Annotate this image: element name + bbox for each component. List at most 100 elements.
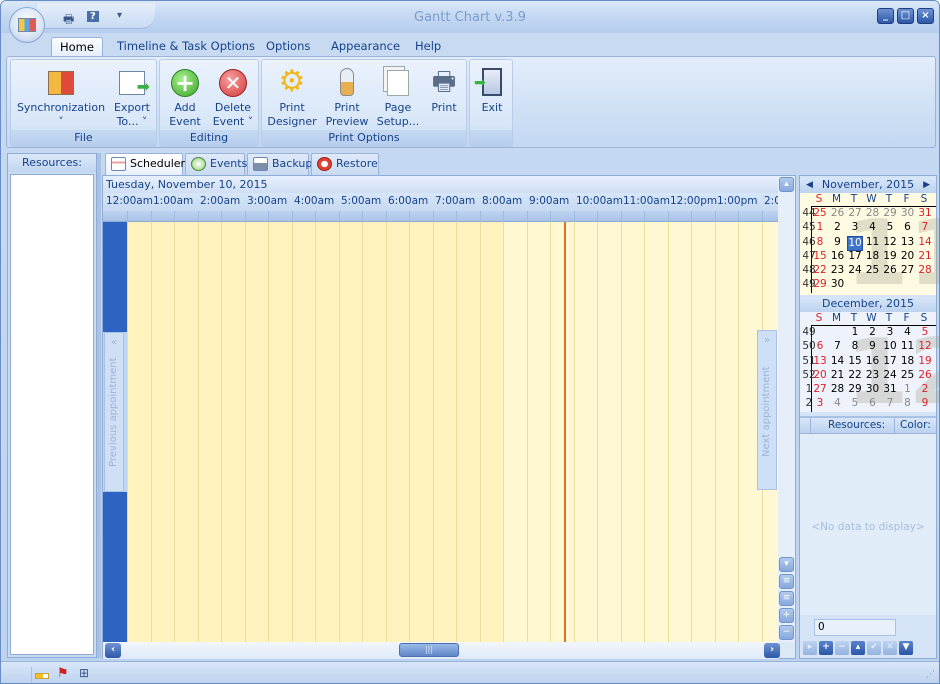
tab-scheduler[interactable]: Scheduler <box>105 153 185 175</box>
tab-options[interactable]: Options <box>258 37 318 57</box>
calendar-day[interactable]: 30 <box>900 207 916 220</box>
delete-record-button[interactable]: − <box>835 641 849 655</box>
calendar-day[interactable]: 13 <box>900 236 916 249</box>
vertical-scrollbar[interactable]: ▴ ▾ ≡ ≡ + − <box>778 176 795 642</box>
calendar-day[interactable]: 10 <box>847 235 863 251</box>
calendar-day[interactable]: 11 <box>900 340 916 353</box>
filter-button[interactable]: ▼ <box>899 641 913 655</box>
calendar-day[interactable]: 5 <box>882 221 898 234</box>
calendar-day[interactable]: 2 <box>917 383 933 396</box>
calendar-day[interactable]: 2 <box>830 221 846 234</box>
calendar-day[interactable]: 19 <box>917 355 933 368</box>
resize-grip-icon[interactable]: ⋰ <box>926 670 935 680</box>
calendar-day[interactable]: 23 <box>830 264 846 277</box>
calendar-day[interactable]: 11 <box>865 236 881 249</box>
calendar-day[interactable]: 3 <box>812 397 828 410</box>
calendar-day[interactable]: 4 <box>865 221 881 234</box>
calendar-day[interactable]: 18 <box>900 355 916 368</box>
calendar-day[interactable]: 27 <box>812 383 828 396</box>
calendar-day[interactable]: 26 <box>830 207 846 220</box>
calendar-day[interactable]: 28 <box>917 264 933 277</box>
calendar-day[interactable]: 26 <box>882 264 898 277</box>
scroll-down-button[interactable]: ▾ <box>779 557 794 572</box>
calendar-day[interactable]: 29 <box>882 207 898 220</box>
calendar-day[interactable]: 4 <box>830 397 846 410</box>
add-event-button[interactable]: + Add Event <box>164 63 206 129</box>
column-resources[interactable]: Resources: <box>828 418 885 433</box>
calendar-day[interactable]: 7 <box>830 340 846 353</box>
calendar-day[interactable]: 6 <box>812 340 828 353</box>
calendar-day[interactable]: 1 <box>847 326 863 339</box>
calendar-day[interactable]: 29 <box>812 278 828 291</box>
calendar-day[interactable]: 26 <box>917 369 933 382</box>
calendar-day[interactable]: 21 <box>917 250 933 263</box>
print-designer-button[interactable]: ⚙ Print Designer <box>266 63 318 129</box>
tab-timeline-task-options[interactable]: Timeline & Task Options <box>109 37 263 57</box>
previous-appointment-button[interactable]: « Previous appointment <box>104 332 124 492</box>
tab-restore[interactable]: Restore <box>311 153 379 175</box>
horizontal-scrollbar[interactable]: ‹ ||| › <box>103 642 780 659</box>
calendar-day[interactable]: 14 <box>830 355 846 368</box>
calendar-day[interactable]: 9 <box>917 397 933 410</box>
cancel-record-button[interactable]: ✕ <box>883 641 897 655</box>
calendar-day[interactable]: 3 <box>847 221 863 234</box>
collapse-rows-button[interactable]: ≡ <box>779 574 794 589</box>
calendar-day[interactable]: 16 <box>865 355 881 368</box>
calendar-day[interactable]: 16 <box>830 250 846 263</box>
calendar-day[interactable]: 14 <box>917 236 933 249</box>
calendar-day[interactable]: 12 <box>917 340 933 353</box>
calendar-day[interactable]: 1 <box>900 383 916 396</box>
dependency-link-icon[interactable]: ⊞ <box>79 666 89 680</box>
calendar-day[interactable]: 6 <box>900 221 916 234</box>
calendar-day[interactable]: 5 <box>847 397 863 410</box>
calendar-day[interactable]: 8 <box>847 340 863 353</box>
calendar-day[interactable]: 30 <box>865 383 881 396</box>
calendar-day[interactable]: 8 <box>900 397 916 410</box>
calendar-day[interactable]: 15 <box>812 250 828 263</box>
previous-month-button[interactable]: ◀ <box>806 178 813 192</box>
milestone-flag-icon[interactable]: ⚑ <box>57 666 69 681</box>
maximize-button[interactable]: □ <box>897 8 914 24</box>
delete-event-button[interactable]: ✕ Delete Event ˅ <box>210 63 256 129</box>
calendar-day[interactable]: 24 <box>847 264 863 277</box>
calendar-day[interactable]: 13 <box>812 355 828 368</box>
task-bar-icon[interactable] <box>35 673 49 679</box>
calendar-day[interactable]: 31 <box>882 383 898 396</box>
calendar-day[interactable]: 19 <box>882 250 898 263</box>
tab-help[interactable]: Help <box>407 37 449 57</box>
resources-list[interactable] <box>10 174 94 655</box>
calendar-day[interactable]: 7 <box>917 221 933 234</box>
calendar-day[interactable]: 12 <box>882 236 898 249</box>
minimize-button[interactable]: _ <box>877 8 894 24</box>
next-month-button[interactable]: ▶ <box>923 178 930 192</box>
calendar-day[interactable]: 20 <box>812 369 828 382</box>
horizontal-scroll-thumb[interactable]: ||| <box>399 643 459 657</box>
calendar-day[interactable]: 7 <box>882 397 898 410</box>
scroll-right-button[interactable]: › <box>764 643 780 658</box>
calendar-day[interactable]: 5 <box>917 326 933 339</box>
next-appointment-button[interactable]: » Next appointment <box>757 330 777 490</box>
apply-record-button[interactable]: ✔ <box>867 641 881 655</box>
calendar-day[interactable]: 27 <box>847 207 863 220</box>
exit-button[interactable]: ➡ Exit <box>472 63 512 115</box>
calendar-day[interactable]: 2 <box>865 326 881 339</box>
calendar-day[interactable]: 1 <box>812 221 828 234</box>
application-menu-button[interactable] <box>9 7 45 43</box>
calendar-day[interactable]: 3 <box>882 326 898 339</box>
calendar-day[interactable]: 30 <box>830 278 846 291</box>
calendar-day[interactable]: 25 <box>900 369 916 382</box>
print-preview-button[interactable]: Print Preview <box>324 63 370 129</box>
calendar-day[interactable]: 23 <box>865 369 881 382</box>
synchronization-button[interactable]: Synchronization ˅ <box>15 63 107 129</box>
page-setup-button[interactable]: Page Setup... <box>376 63 420 129</box>
calendar-day[interactable]: 20 <box>900 250 916 263</box>
calendar-day[interactable]: 4 <box>900 326 916 339</box>
column-color[interactable]: Color: <box>900 418 931 433</box>
scheduler-grid[interactable]: « Previous appointment » Next appointmen… <box>103 222 779 642</box>
zoom-in-button[interactable]: + <box>779 608 794 623</box>
calendar-day[interactable]: 10 <box>882 340 898 353</box>
calendar-day[interactable]: 22 <box>812 264 828 277</box>
calendar-day[interactable]: 21 <box>830 369 846 382</box>
calendar-day[interactable]: 17 <box>882 355 898 368</box>
calendar-day[interactable]: 27 <box>900 264 916 277</box>
